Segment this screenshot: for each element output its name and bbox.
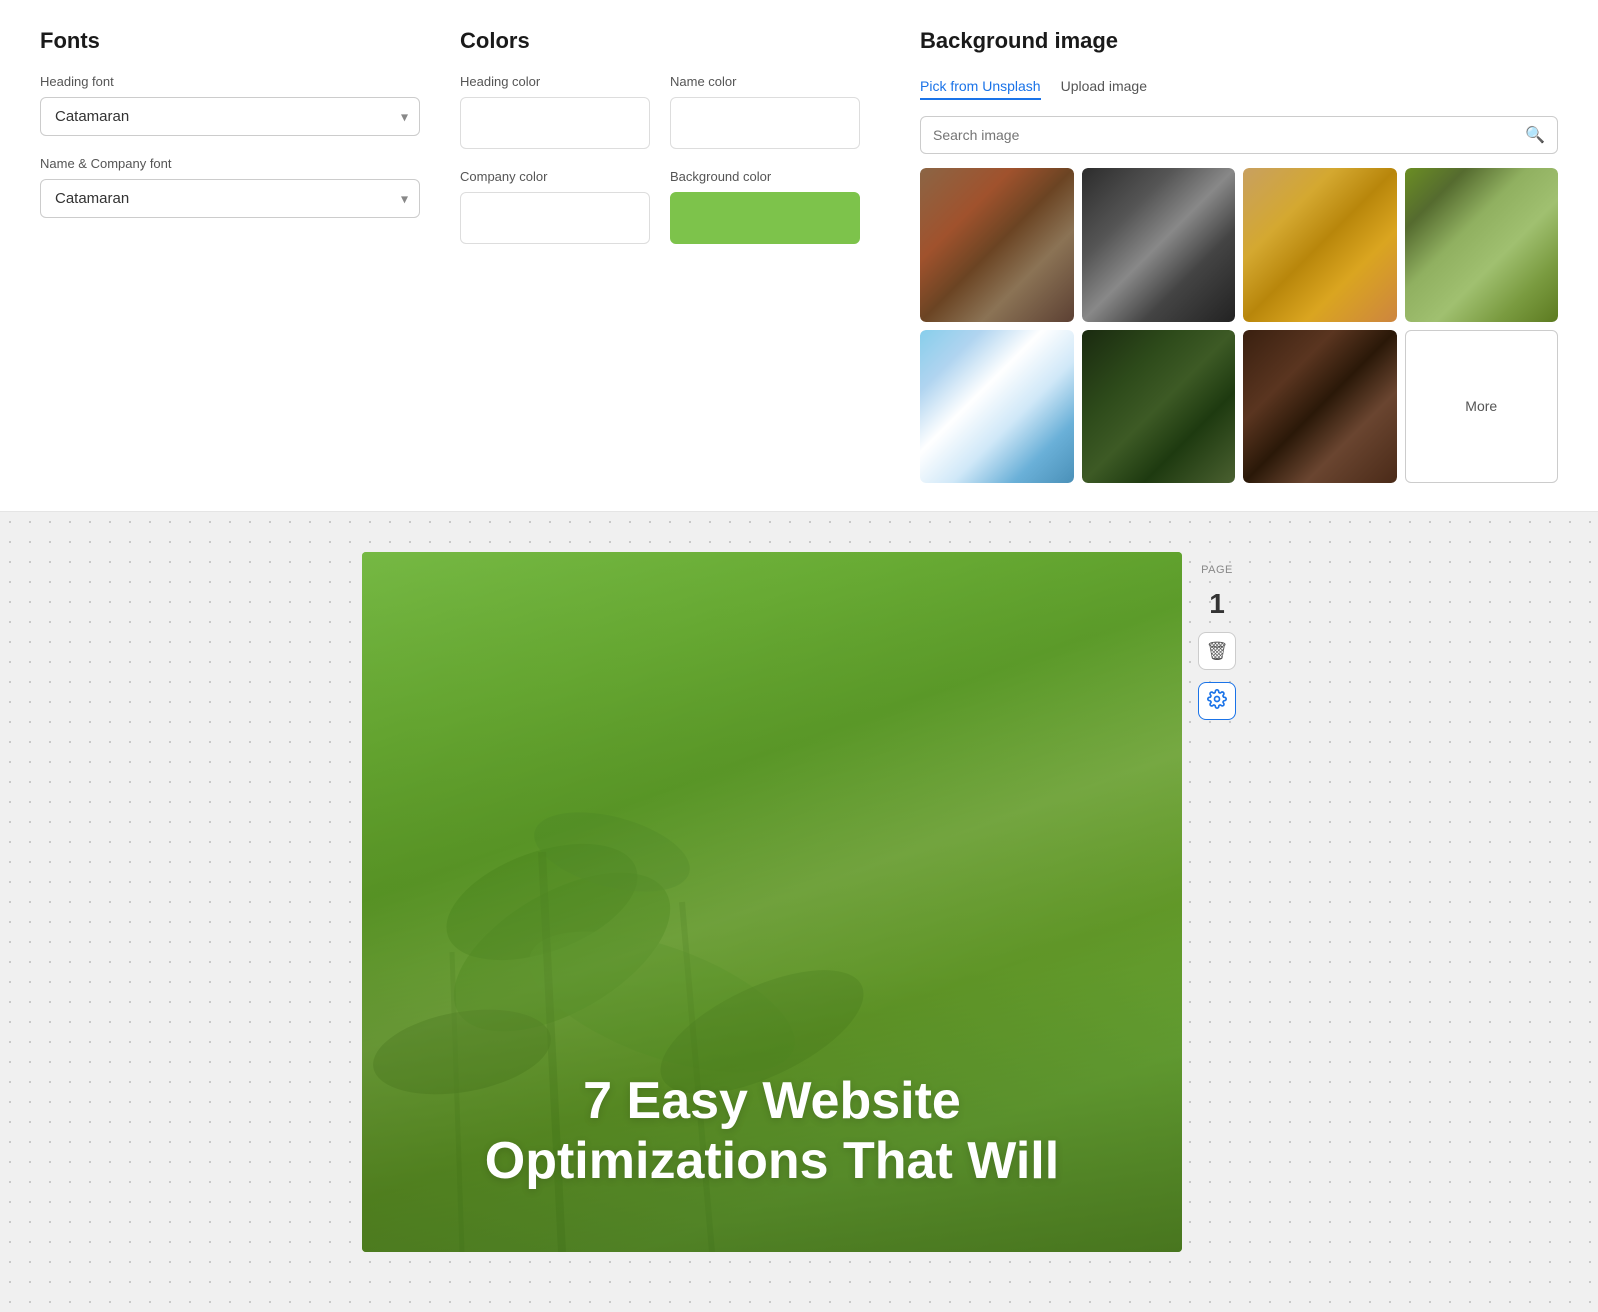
heading-font-field: Heading font Catamaran Arial Georgia Hel… — [40, 74, 420, 136]
page-content: 7 Easy Website Optimizations That Will — [425, 1072, 1119, 1192]
background-color-swatch[interactable] — [670, 192, 860, 244]
color-row-top: Heading color Name color — [460, 74, 860, 149]
thumbnail-person-outdoor — [920, 330, 1074, 484]
name-color-swatch[interactable] — [670, 97, 860, 149]
list-item[interactable] — [1243, 330, 1397, 484]
page-label: PAGE — [1201, 564, 1233, 576]
name-company-font-label: Name & Company font — [40, 156, 420, 171]
list-item[interactable] — [920, 168, 1074, 322]
name-company-font-field: Name & Company font Catamaran Arial Geor… — [40, 156, 420, 218]
background-image-section: Background image Pick from Unsplash Uplo… — [920, 28, 1558, 483]
name-color-label: Name color — [670, 74, 860, 89]
thumbnail-field — [1405, 168, 1559, 322]
name-color-field: Name color — [670, 74, 860, 149]
search-box: 🔍 — [920, 116, 1558, 154]
tab-pick-unsplash[interactable]: Pick from Unsplash — [920, 74, 1041, 100]
name-company-font-wrapper: Catamaran Arial Georgia Helvetica ▾ — [40, 179, 420, 218]
page-background: 7 Easy Website Optimizations That Will — [362, 552, 1182, 1252]
image-grid: More — [920, 168, 1558, 483]
list-item[interactable] — [920, 330, 1074, 484]
colors-title: Colors — [460, 28, 860, 54]
list-item[interactable] — [1243, 168, 1397, 322]
settings-button[interactable] — [1198, 682, 1236, 720]
list-item[interactable] — [1405, 168, 1559, 322]
trash-icon: 🗑 — [1206, 641, 1229, 662]
colors-section: Colors Heading color Name color Company … — [460, 28, 920, 483]
thumbnail-door — [920, 168, 1074, 322]
bg-image-title: Background image — [920, 28, 1558, 54]
heading-font-wrapper: Catamaran Arial Georgia Helvetica ▾ — [40, 97, 420, 136]
thumbnail-coins — [1243, 330, 1397, 484]
fonts-section: Fonts Heading font Catamaran Arial Georg… — [40, 28, 460, 483]
heading-color-label: Heading color — [460, 74, 650, 89]
more-button[interactable]: More — [1405, 330, 1559, 484]
heading-color-swatch[interactable] — [460, 97, 650, 149]
top-panel: Fonts Heading font Catamaran Arial Georg… — [0, 0, 1598, 512]
search-icon: 🔍 — [1525, 125, 1545, 145]
page-heading: 7 Easy Website Optimizations That Will — [485, 1072, 1059, 1192]
thumbnail-laptop — [1082, 168, 1236, 322]
side-controls: PAGE 1 🗑 — [1198, 552, 1236, 720]
company-color-field: Company color — [460, 169, 650, 244]
settings-icon — [1207, 689, 1227, 714]
color-row-bottom: Company color Background color — [460, 169, 860, 244]
background-color-label: Background color — [670, 169, 860, 184]
page-card: 7 Easy Website Optimizations That Will — [362, 552, 1182, 1252]
thumbnail-hat — [1243, 168, 1397, 322]
thumbnail-leaves — [1082, 330, 1236, 484]
list-item[interactable] — [1082, 330, 1236, 484]
heading-color-field: Heading color — [460, 74, 650, 149]
list-item[interactable] — [1082, 168, 1236, 322]
page-number: 1 — [1209, 588, 1225, 620]
bg-tabs: Pick from Unsplash Upload image — [920, 74, 1558, 100]
heading-line-2: Optimizations That Will — [485, 1132, 1059, 1190]
heading-font-select[interactable]: Catamaran Arial Georgia Helvetica — [40, 97, 420, 136]
heading-line-1: 7 Easy Website — [583, 1072, 961, 1130]
tab-upload-image[interactable]: Upload image — [1061, 74, 1147, 100]
heading-font-label: Heading font — [40, 74, 420, 89]
company-color-label: Company color — [460, 169, 650, 184]
company-color-swatch[interactable] — [460, 192, 650, 244]
search-input[interactable] — [933, 127, 1525, 143]
fonts-title: Fonts — [40, 28, 420, 54]
canvas-area: 7 Easy Website Optimizations That Will P… — [0, 512, 1598, 1312]
background-color-field: Background color — [670, 169, 860, 244]
delete-page-button[interactable]: 🗑 — [1198, 632, 1236, 670]
name-company-font-select[interactable]: Catamaran Arial Georgia Helvetica — [40, 179, 420, 218]
page-wrapper: 7 Easy Website Optimizations That Will P… — [362, 552, 1236, 1272]
